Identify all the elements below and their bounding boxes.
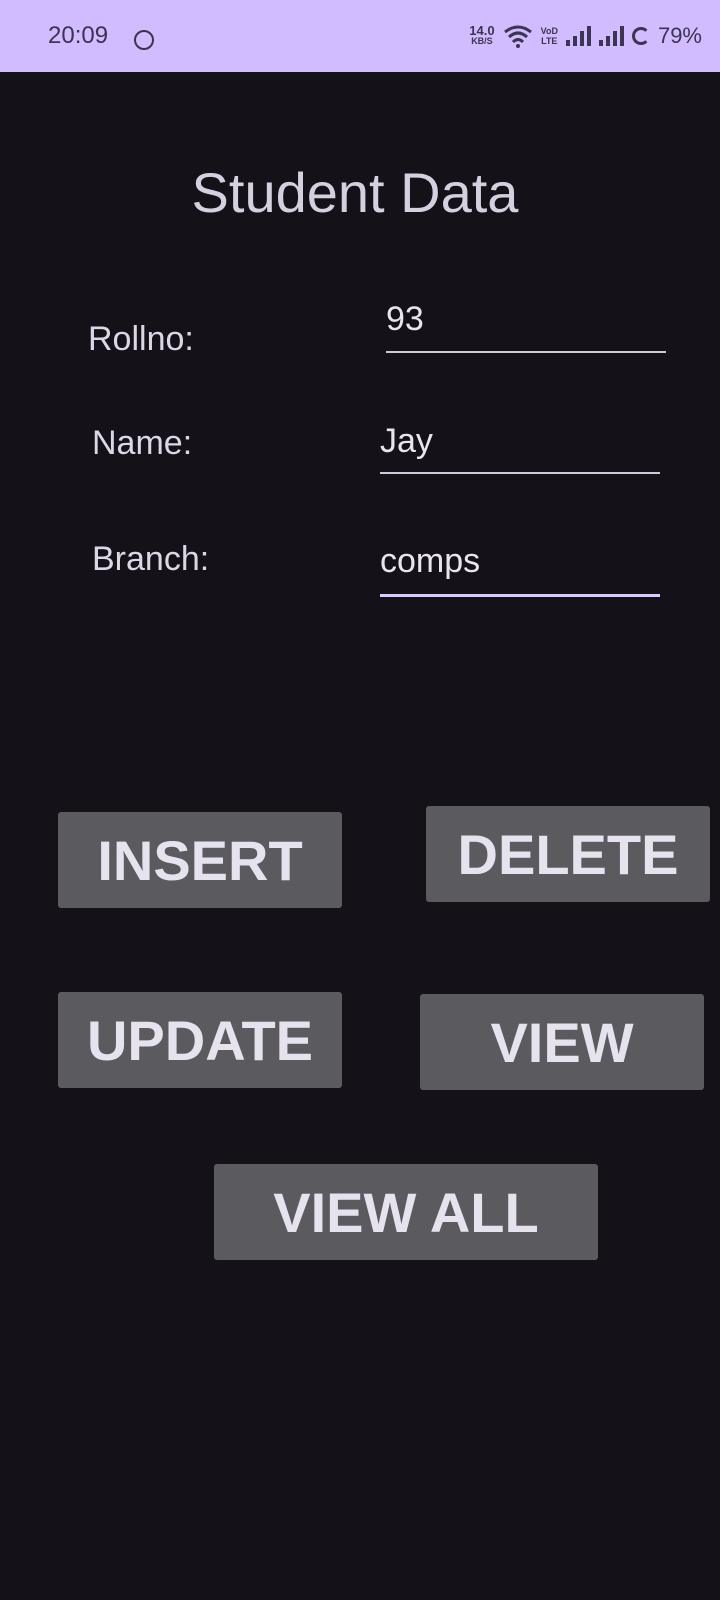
status-icons: 14.0 KB/S VoD LTE 79%	[469, 20, 702, 52]
status-bar: 20:09 14.0 KB/S VoD LTE 79%	[0, 0, 720, 72]
name-value: Jay	[380, 422, 433, 460]
branch-field[interactable]: comps	[380, 542, 660, 597]
net-speed-unit: KB/S	[471, 36, 493, 46]
net-speed-indicator: 14.0 KB/S	[469, 23, 495, 47]
view-button[interactable]: VIEW	[420, 994, 704, 1090]
page-title: Student Data	[191, 161, 519, 224]
notification-icon	[134, 30, 154, 50]
insert-button[interactable]: INSERT	[58, 812, 342, 908]
wifi-icon	[503, 25, 532, 48]
signal-icon	[565, 26, 591, 46]
delete-button[interactable]: DELETE	[426, 806, 710, 902]
branch-value: comps	[380, 542, 481, 580]
branch-label: Branch:	[92, 540, 210, 578]
rollno-value: 93	[386, 300, 424, 338]
rollno-label: Rollno:	[88, 320, 194, 358]
battery-icon	[631, 27, 650, 45]
update-button[interactable]: UPDATE	[58, 992, 342, 1088]
net-speed-value: 14.0	[469, 23, 495, 38]
battery-percent: 79%	[657, 23, 702, 48]
view-all-button[interactable]: VIEW ALL	[214, 1164, 598, 1260]
name-label: Name:	[92, 424, 193, 462]
status-time: 20:09	[48, 22, 109, 49]
volte-top: VoD	[540, 26, 558, 36]
signal-icon-2	[598, 26, 624, 46]
name-field[interactable]: Jay	[380, 422, 660, 474]
volte-icon: VoD LTE	[541, 26, 558, 46]
rollno-field[interactable]: 93	[386, 300, 666, 353]
volte-bottom: LTE	[541, 36, 558, 46]
